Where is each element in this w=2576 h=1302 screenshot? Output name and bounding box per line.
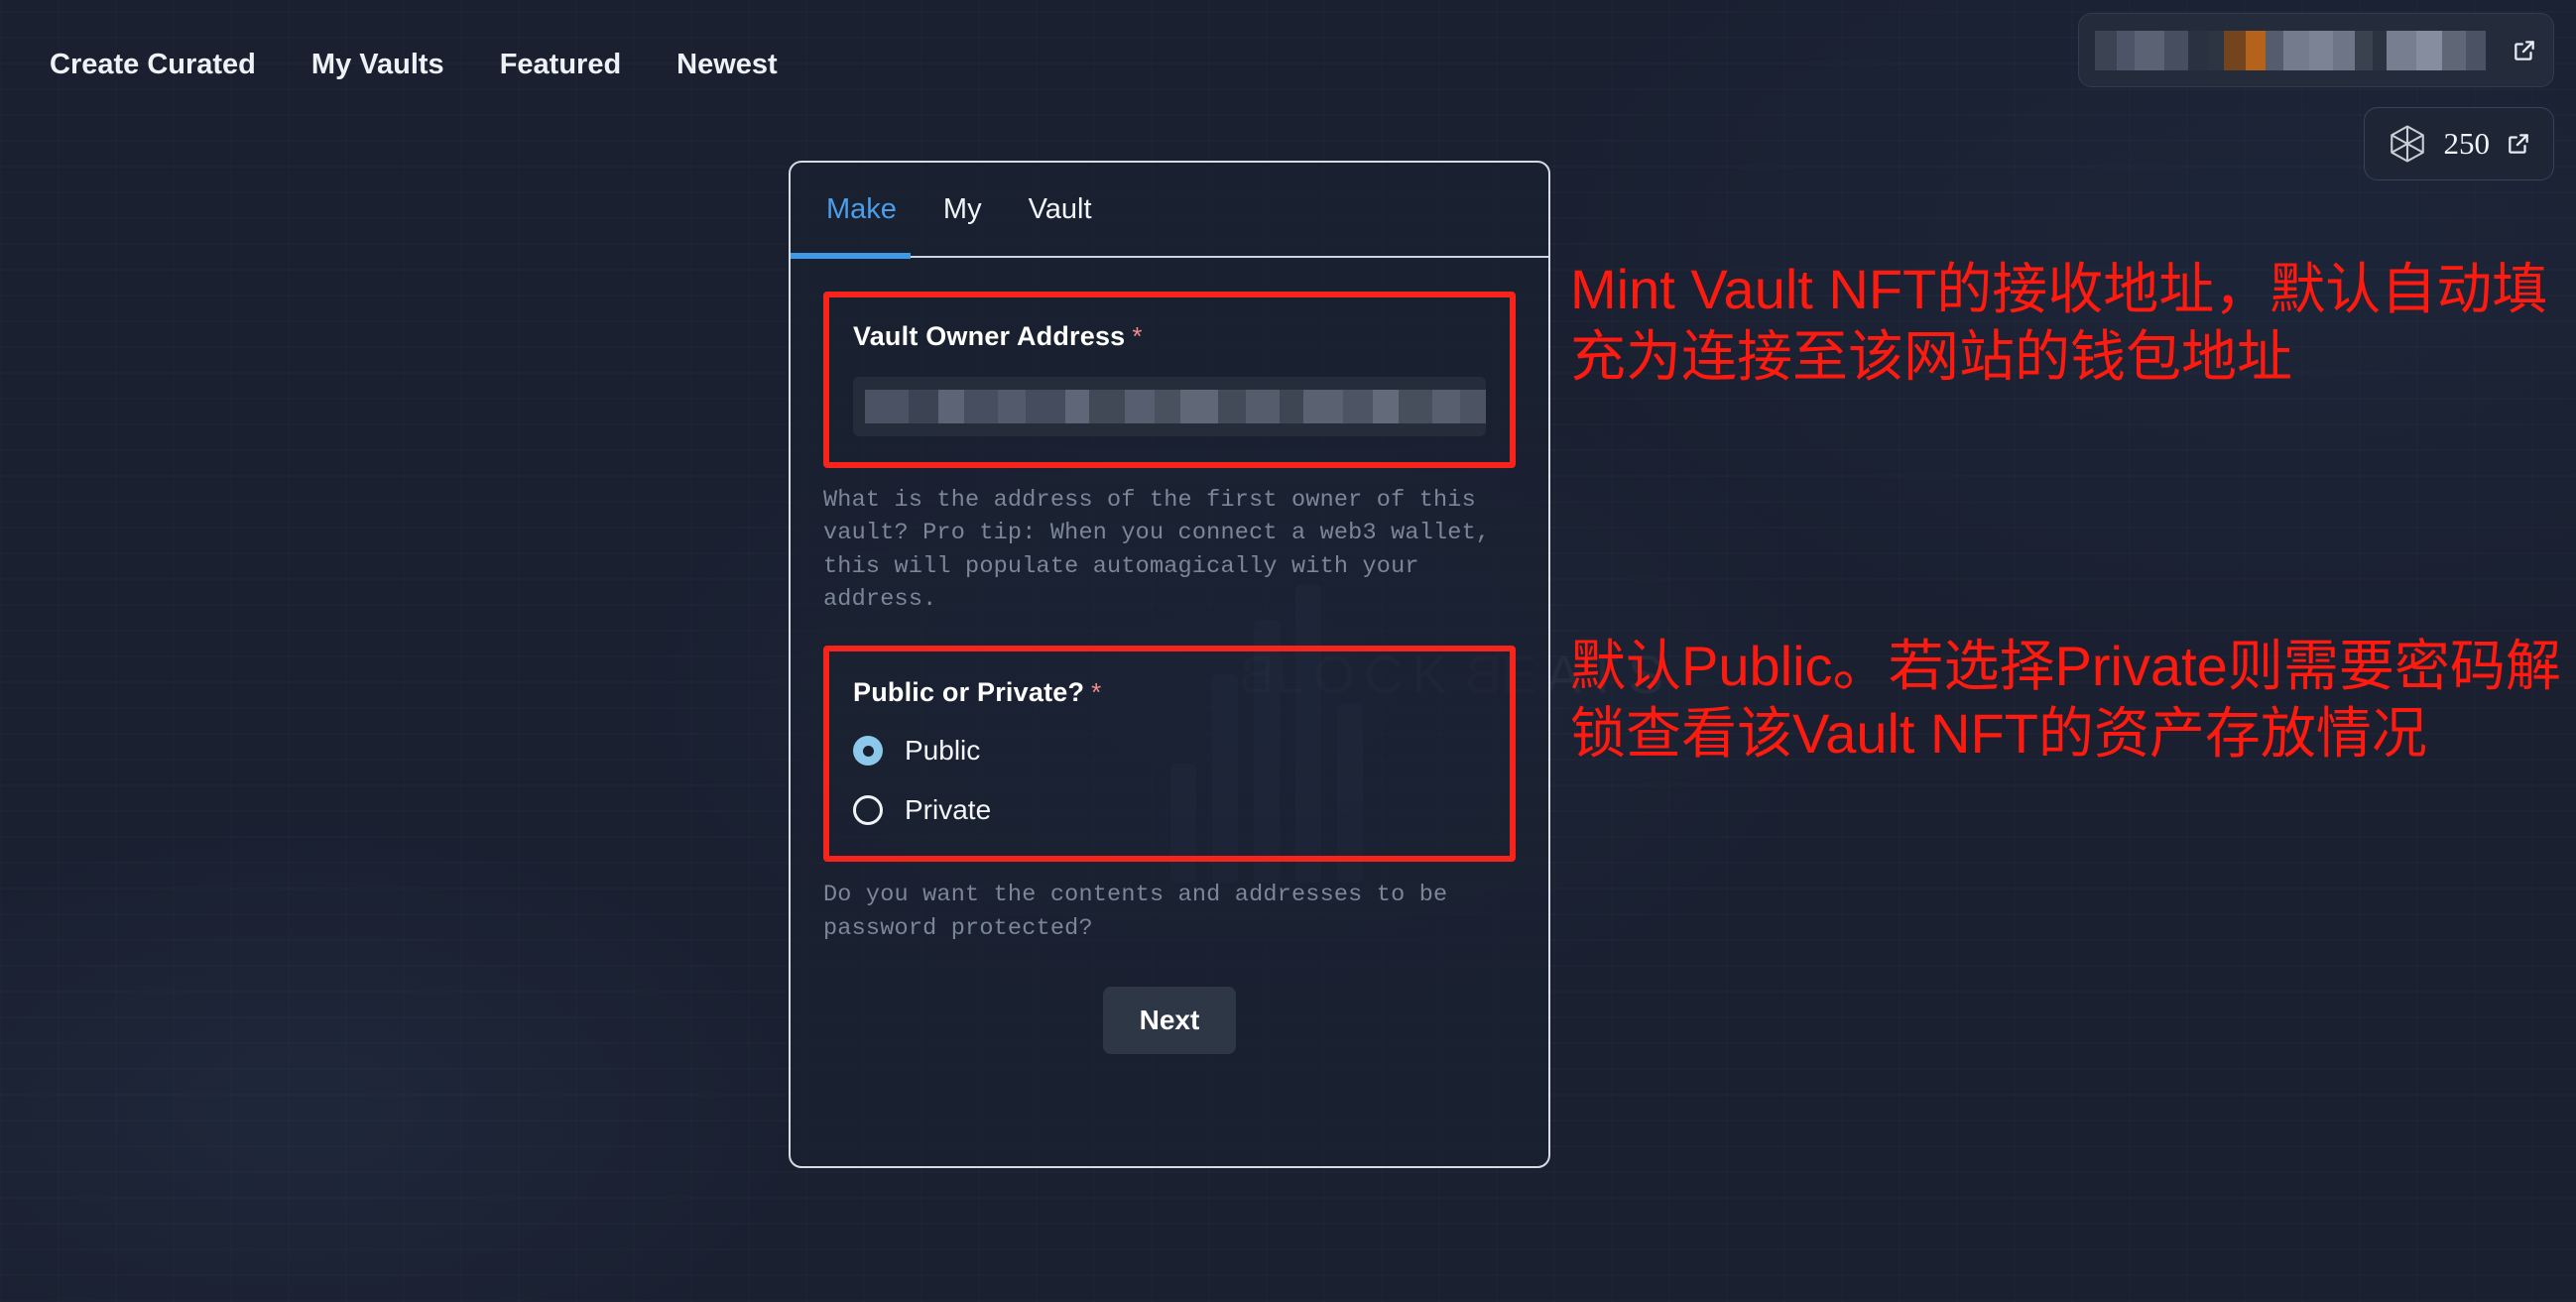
annotation-privacy: 默认Public。若选择Private则需要密码解锁查看该Vault NFT的资… — [1570, 635, 2561, 766]
tab-vault[interactable]: Vault — [1029, 162, 1092, 257]
card-tab-bar: Make My Vault — [791, 162, 1548, 259]
privacy-highlight-box: Public or Private? * Public Private — [823, 646, 1516, 863]
tab-my[interactable]: My — [943, 162, 982, 257]
app-root: BLOCKBEATS Create Curated My Vaults Feat… — [0, 0, 2576, 1302]
radio-private-label: Private — [905, 794, 992, 826]
required-asterisk: * — [1132, 321, 1143, 351]
radio-private-icon[interactable] — [853, 795, 883, 826]
nav-item-featured[interactable]: Featured — [472, 49, 649, 81]
nav-item-my-vaults[interactable]: My Vaults — [284, 49, 472, 81]
external-link-icon[interactable] — [2512, 38, 2537, 63]
nav-item-newest[interactable]: Newest — [649, 49, 805, 81]
radio-public-label: Public — [905, 735, 981, 767]
top-navigation: Create Curated My Vaults Featured Newest — [0, 0, 1488, 129]
token-amount: 250 — [2443, 126, 2491, 161]
vault-owner-address-highlight-box: Vault Owner Address * — [823, 292, 1516, 468]
external-link-icon[interactable] — [2506, 131, 2531, 157]
nav-item-create-curated[interactable]: Create Curated — [22, 49, 284, 81]
privacy-label: Public or Private? * — [853, 677, 1102, 708]
next-button[interactable]: Next — [1103, 987, 1236, 1055]
annotation-owner-address: Mint Vault NFT的接收地址，默认自动填充为连接至该网站的钱包地址 — [1570, 258, 2548, 389]
radio-option-public[interactable]: Public — [853, 735, 1486, 767]
make-my-vault-card: Make My Vault Vault Owner Address * What… — [789, 161, 1550, 1168]
redacted-address-value — [865, 390, 1486, 423]
vault-owner-address-label: Vault Owner Address * — [853, 321, 1143, 351]
card-body: Vault Owner Address * What is the addres… — [791, 292, 1548, 1055]
vault-owner-address-help: What is the address of the first owner o… — [823, 487, 1491, 614]
redacted-wallet-address — [2095, 30, 2486, 70]
required-asterisk: * — [1091, 677, 1102, 708]
cube-icon — [2387, 123, 2428, 165]
wallet-address-pill[interactable] — [2078, 13, 2554, 87]
privacy-help: Do you want the contents and addresses t… — [823, 882, 1448, 942]
tab-make[interactable]: Make — [791, 162, 911, 259]
token-balance-badge[interactable]: 250 — [2363, 107, 2554, 180]
radio-option-private[interactable]: Private — [853, 794, 1486, 826]
vault-owner-address-input[interactable] — [853, 377, 1486, 436]
radio-public-icon[interactable] — [853, 736, 883, 767]
